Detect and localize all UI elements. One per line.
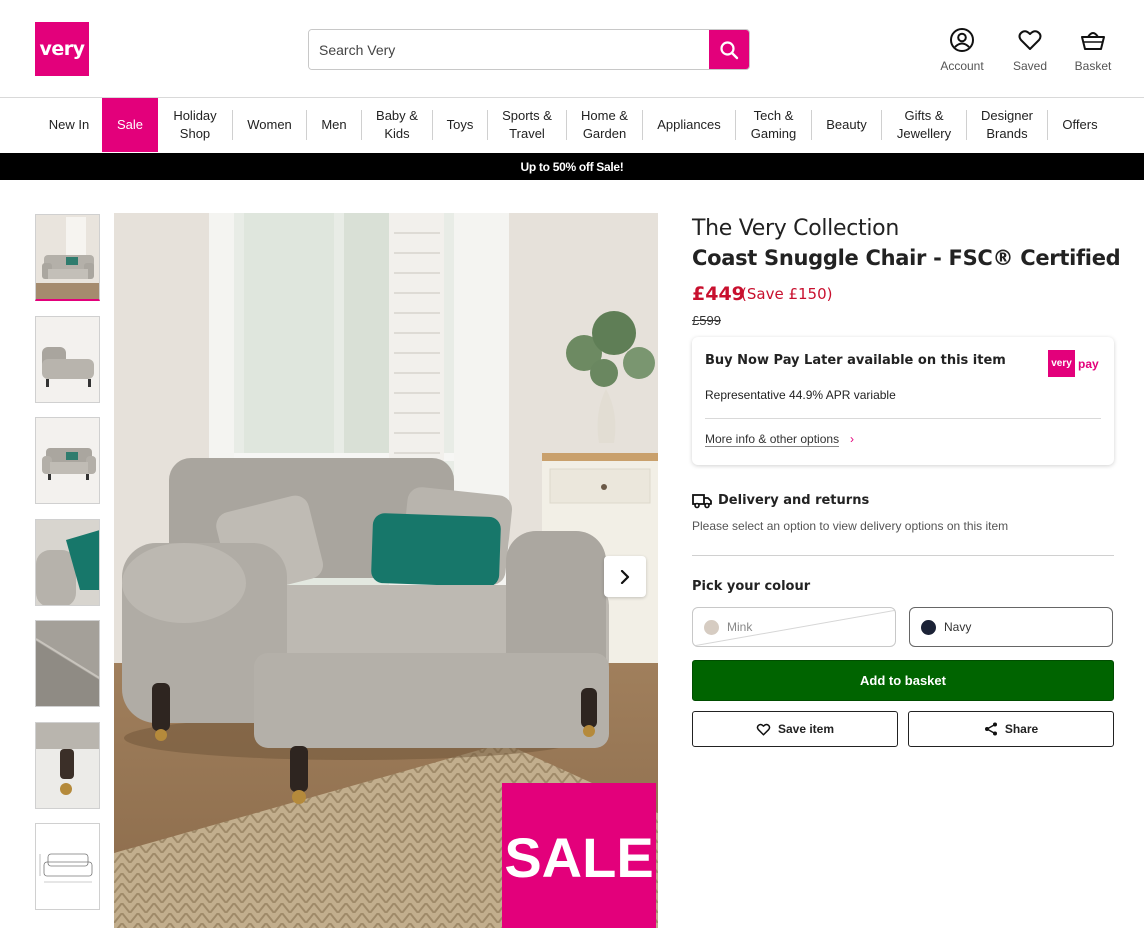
delivery-title[interactable]: Delivery and returns <box>718 493 869 508</box>
bnpl-title: Buy Now Pay Later available on this item <box>705 353 1006 368</box>
colour-swatch-dot <box>921 620 936 635</box>
product-brand[interactable]: The Very Collection <box>692 216 899 241</box>
save-item-label: Save item <box>777 722 835 736</box>
gallery-thumbnail[interactable] <box>35 417 100 504</box>
share-button[interactable]: Share <box>908 711 1114 747</box>
chair-side-thumbnail-image <box>36 317 99 402</box>
bnpl-more-info-link[interactable]: More info & other options <box>705 432 840 447</box>
nav-item-sale[interactable]: Sale <box>102 98 158 152</box>
nav-item-designer-brands[interactable]: Designer Brands <box>967 98 1047 152</box>
delivery-subtitle: Please select an option to view delivery… <box>692 519 1009 533</box>
chevron-right-icon <box>620 569 630 584</box>
divider <box>692 555 1114 556</box>
gallery-thumbnail[interactable] <box>35 823 100 910</box>
basket-label: Basket <box>1074 59 1112 73</box>
nav-item-sports-travel[interactable]: Sports & Travel <box>488 98 566 152</box>
site-header: very Account Saved Basket <box>0 0 1144 98</box>
very-pay-logo-text: pay <box>1078 356 1099 371</box>
colour-heading: Pick your colour <box>692 579 811 594</box>
heart-icon <box>756 723 771 736</box>
add-to-basket-button[interactable]: Add to basket <box>692 660 1114 701</box>
nav-item-holiday-shop[interactable]: Holiday Shop <box>158 98 232 152</box>
colour-option-label: Navy <box>944 620 972 634</box>
account-button[interactable]: Account <box>932 27 992 73</box>
leg-detail-thumbnail-image <box>36 723 99 808</box>
gallery-thumbnail[interactable] <box>35 519 100 606</box>
sale-badge: SALE <box>502 783 656 928</box>
product-title: Coast Snuggle Chair - FSC® Certified <box>692 246 1121 270</box>
unavailable-strike <box>693 609 895 646</box>
heart-icon <box>1018 30 1042 50</box>
chair-front-thumbnail-image <box>36 418 99 503</box>
product-saving: (Save £150) <box>741 285 833 303</box>
chair-thumbnail-image <box>36 215 99 299</box>
main-nav: New In Sale Holiday Shop Women Men Baby … <box>0 98 1144 153</box>
gallery-thumbnail[interactable] <box>35 722 100 809</box>
saved-button[interactable]: Saved <box>1000 27 1060 73</box>
colour-option-label: Mink <box>727 620 753 634</box>
divider <box>705 418 1101 419</box>
account-icon <box>950 28 974 52</box>
next-image-button[interactable] <box>604 556 646 597</box>
product-price: £449 <box>692 283 745 305</box>
very-pay-logo-box: very <box>1048 350 1075 377</box>
nav-item-baby-kids[interactable]: Baby & Kids <box>362 98 432 152</box>
bnpl-card: Buy Now Pay Later available on this item… <box>692 337 1114 465</box>
nav-item-new-in[interactable]: New In <box>35 98 103 152</box>
very-logo[interactable]: very <box>35 22 89 76</box>
dimensions-thumbnail-image <box>36 824 99 909</box>
nav-item-women[interactable]: Women <box>233 98 306 152</box>
colour-option-mink[interactable]: Mink <box>692 607 896 647</box>
cushion-detail-thumbnail-image <box>36 520 99 605</box>
basket-icon <box>1081 32 1105 50</box>
nav-item-gifts-jewellery[interactable]: Gifts & Jewellery <box>882 98 966 152</box>
colour-swatch-dot <box>704 620 719 635</box>
colour-option-navy[interactable]: Navy <box>909 607 1113 647</box>
nav-item-toys[interactable]: Toys <box>433 98 487 152</box>
nav-item-tech-gaming[interactable]: Tech & Gaming <box>736 98 811 152</box>
nav-item-appliances[interactable]: Appliances <box>643 98 735 152</box>
saved-label: Saved <box>1012 59 1048 73</box>
chevron-right-icon: › <box>850 432 854 446</box>
delivery-truck-icon <box>692 493 712 514</box>
search-input[interactable] <box>309 30 710 69</box>
nav-item-beauty[interactable]: Beauty <box>812 98 881 152</box>
basket-button[interactable]: Basket <box>1063 27 1123 73</box>
product-was-price: £599 <box>692 313 721 328</box>
search-bar <box>308 29 750 70</box>
account-label: Account <box>940 59 984 73</box>
very-pay-logo: very pay <box>1048 350 1099 377</box>
nav-item-men[interactable]: Men <box>307 98 361 152</box>
nav-item-offers[interactable]: Offers <box>1048 98 1112 152</box>
search-icon <box>720 40 739 59</box>
gallery-thumbnail[interactable] <box>35 316 100 403</box>
save-item-button[interactable]: Save item <box>692 711 898 747</box>
share-icon <box>984 722 997 736</box>
bnpl-apr: Representative 44.9% APR variable <box>705 388 896 402</box>
fabric-detail-thumbnail-image <box>36 621 99 706</box>
gallery-thumbnail[interactable] <box>35 620 100 707</box>
share-label: Share <box>1004 722 1039 736</box>
nav-item-home-garden[interactable]: Home & Garden <box>567 98 642 152</box>
gallery-thumbnail[interactable] <box>35 214 100 301</box>
search-button[interactable] <box>709 30 749 69</box>
promo-banner[interactable]: Up to 50% off Sale! <box>0 153 1144 180</box>
